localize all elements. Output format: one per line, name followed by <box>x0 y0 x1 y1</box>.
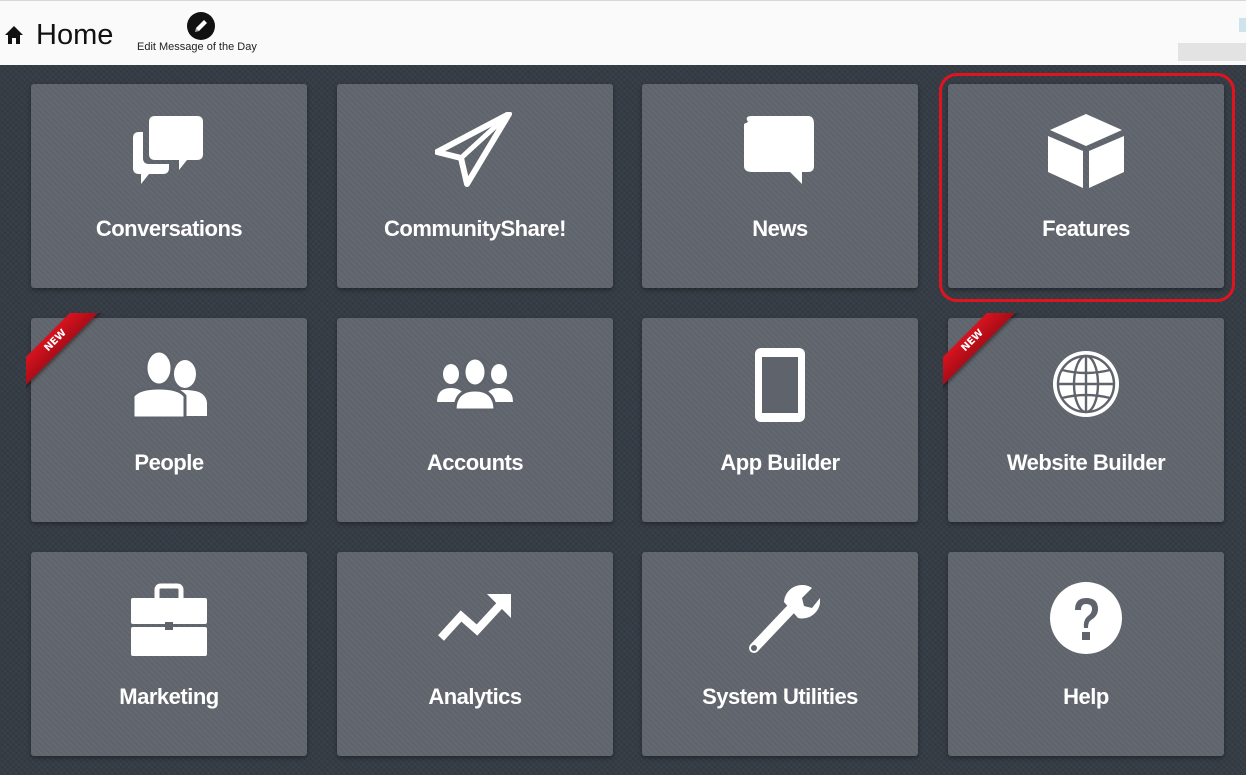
trend-up-icon <box>435 580 515 660</box>
tile-marketing[interactable]: Marketing <box>31 552 307 756</box>
tile-help[interactable]: Help <box>948 552 1224 756</box>
tile-app-builder[interactable]: App Builder <box>642 318 918 522</box>
paper-plane-icon <box>435 112 515 192</box>
tile-label: Accounts <box>426 450 524 475</box>
tile-analytics[interactable]: Analytics <box>337 552 613 756</box>
speech-bubble-icon <box>740 112 820 192</box>
motd-label: Edit Message of the Day <box>137 41 257 53</box>
header-user-area[interactable] <box>1178 43 1246 61</box>
chat-bubbles-icon <box>129 112 209 192</box>
tile-system-utilities[interactable]: System Utilities <box>642 552 918 756</box>
pencil-circle-icon <box>187 12 215 40</box>
globe-icon <box>1046 346 1126 426</box>
header-indicator <box>1239 18 1246 32</box>
tile-label: Analytics <box>428 684 522 709</box>
tile-label: Website Builder <box>1006 450 1166 475</box>
home-icon[interactable] <box>4 25 24 45</box>
tile-label: Marketing <box>119 684 219 709</box>
page-title: Home <box>36 19 114 51</box>
wrench-icon <box>740 580 820 660</box>
briefcase-icon <box>129 580 209 660</box>
question-circle-icon <box>1046 580 1126 660</box>
tile-label: People <box>134 450 204 475</box>
tile-label: Conversations <box>95 216 243 241</box>
tile-label: Help <box>1063 684 1109 709</box>
tile-label: System Utilities <box>702 684 858 709</box>
two-people-icon <box>129 346 209 426</box>
features-highlight <box>939 73 1235 302</box>
tile-label: App Builder <box>720 450 840 475</box>
tile-website-builder[interactable]: Website Builder <box>948 318 1224 522</box>
tile-label: CommunityShare! <box>384 216 566 241</box>
tile-accounts[interactable]: Accounts <box>337 318 613 522</box>
tile-communityshare[interactable]: CommunityShare! <box>337 84 613 288</box>
tablet-icon <box>740 346 820 426</box>
top-header: Home Edit Message of the Day <box>0 0 1246 65</box>
edit-motd-button[interactable]: Edit Message of the Day <box>136 9 271 59</box>
tile-news[interactable]: News <box>642 84 918 288</box>
tile-label: News <box>752 216 808 241</box>
tile-people[interactable]: People <box>31 318 307 522</box>
group-icon <box>435 346 515 426</box>
tile-conversations[interactable]: Conversations <box>31 84 307 288</box>
